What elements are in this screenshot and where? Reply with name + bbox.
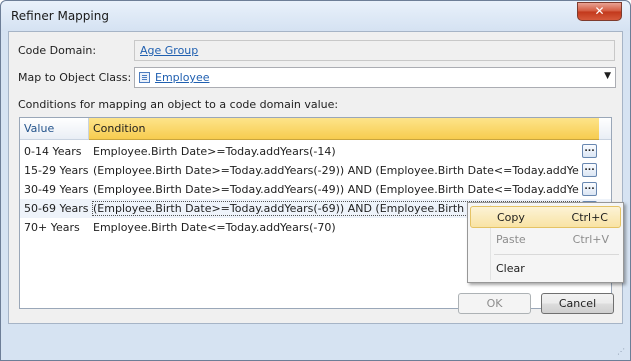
menu-item-label: Copy [497, 211, 525, 224]
resize-grip-icon[interactable]: ⋰ [617, 347, 627, 357]
menu-item-shortcut: Ctrl+C [571, 211, 608, 224]
close-icon: ✕ [594, 4, 605, 18]
conditions-label: Conditions for mapping an object to a co… [18, 98, 339, 111]
condition-cell[interactable]: (Employee.Birth Date>=Today.addYears(-49… [93, 183, 579, 196]
column-header-condition[interactable]: Condition [89, 118, 599, 140]
code-domain-label: Code Domain: [18, 44, 97, 57]
value-cell[interactable]: 50-69 Years [24, 202, 88, 215]
menu-item-shortcut: Ctrl+V [572, 233, 609, 246]
value-cell[interactable]: 30-49 Years [24, 183, 88, 196]
ok-button-label: OK [486, 297, 503, 310]
menu-separator [494, 254, 619, 255]
object-class-dropdown[interactable]: Employee ▼ [134, 67, 616, 88]
value-cell[interactable]: 15-29 Years [24, 164, 88, 177]
column-header-filler [599, 118, 611, 140]
condition-cell[interactable]: (Employee.Birth Date>=Today.addYears(-29… [93, 164, 579, 177]
cancel-button-label: Cancel [558, 297, 597, 310]
dialog-title: Refiner Mapping [11, 9, 109, 23]
edit-condition-button[interactable]: ... [582, 163, 597, 177]
menu-item-copy[interactable]: Copy Ctrl+C [470, 206, 621, 228]
object-class-link[interactable]: Employee [155, 71, 209, 84]
value-cell[interactable]: 70+ Years [24, 221, 80, 234]
context-menu: Copy Ctrl+C Paste Ctrl+V Clear [467, 202, 624, 283]
table-row[interactable]: 30-49 Years (Employee.Birth Date>=Today.… [20, 180, 611, 199]
code-domain-link[interactable]: Age Group [140, 44, 198, 57]
value-cell[interactable]: 0-14 Years [24, 145, 81, 158]
table-row[interactable]: 15-29 Years (Employee.Birth Date>=Today.… [20, 161, 611, 180]
close-button[interactable]: ✕ [577, 2, 622, 21]
condition-cell[interactable]: Employee.Birth Date>=Today.addYears(-14) [93, 145, 579, 158]
edit-condition-button[interactable]: ... [582, 182, 597, 196]
class-icon [139, 72, 150, 83]
menu-item-label: Paste [496, 233, 526, 246]
table-row[interactable]: 0-14 Years Employee.Birth Date>=Today.ad… [20, 142, 611, 161]
column-header-value[interactable]: Value [20, 118, 89, 140]
menu-item-clear[interactable]: Clear [470, 258, 621, 280]
menu-item-label: Clear [496, 262, 525, 275]
ok-button[interactable]: OK [458, 293, 531, 314]
code-domain-field: Age Group [134, 40, 615, 61]
dialog-window: Refiner Mapping ✕ Code Domain: Age Group… [0, 0, 631, 361]
map-to-label: Map to Object Class: [18, 71, 132, 84]
edit-condition-button[interactable]: ... [582, 144, 597, 158]
cancel-button[interactable]: Cancel [541, 293, 614, 314]
chevron-down-icon[interactable]: ▼ [604, 71, 611, 81]
title-bar[interactable]: Refiner Mapping ✕ [1, 1, 630, 31]
menu-item-paste[interactable]: Paste Ctrl+V [470, 229, 621, 251]
grid-header: Value Condition [20, 118, 611, 140]
